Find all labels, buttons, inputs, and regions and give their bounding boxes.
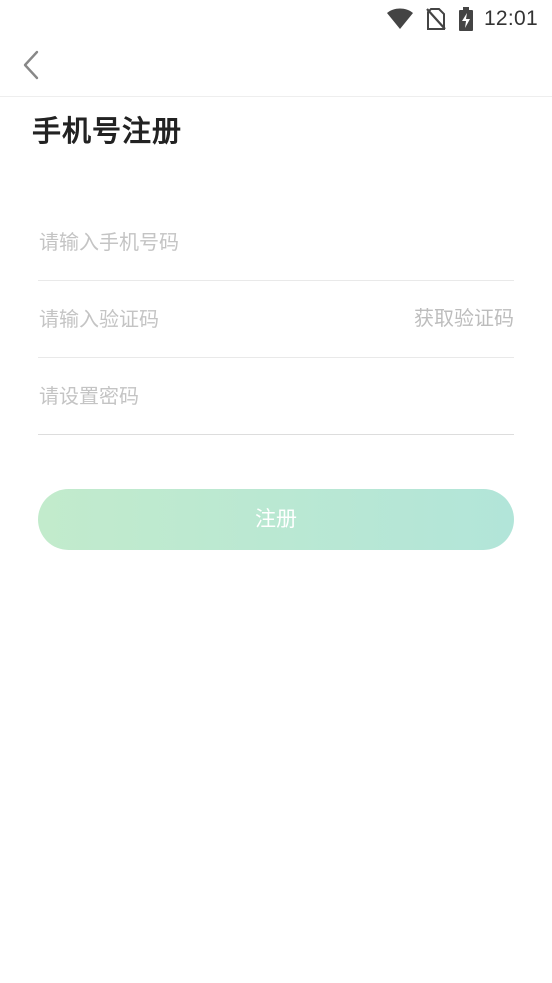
- phone-field: [38, 203, 514, 281]
- status-icons: 12:01: [386, 6, 538, 32]
- page-title: 手机号注册: [32, 114, 183, 148]
- back-button[interactable]: [14, 48, 48, 86]
- status-time: 12:01: [483, 7, 538, 30]
- verification-code-input[interactable]: [38, 280, 399, 357]
- password-field: [38, 357, 514, 435]
- password-input[interactable]: [38, 357, 399, 434]
- wifi-icon: [386, 8, 414, 30]
- verification-code-field: 获取验证码: [38, 280, 514, 358]
- battery-charging-icon: [458, 7, 474, 31]
- no-sim-icon: [426, 8, 446, 30]
- phone-input[interactable]: [38, 203, 399, 280]
- get-code-button[interactable]: 获取验证码: [414, 280, 514, 357]
- chevron-left-icon: [21, 50, 41, 84]
- status-bar: 12:01: [0, 0, 552, 38]
- toolbar: [0, 38, 552, 97]
- register-button[interactable]: 注册: [38, 489, 514, 550]
